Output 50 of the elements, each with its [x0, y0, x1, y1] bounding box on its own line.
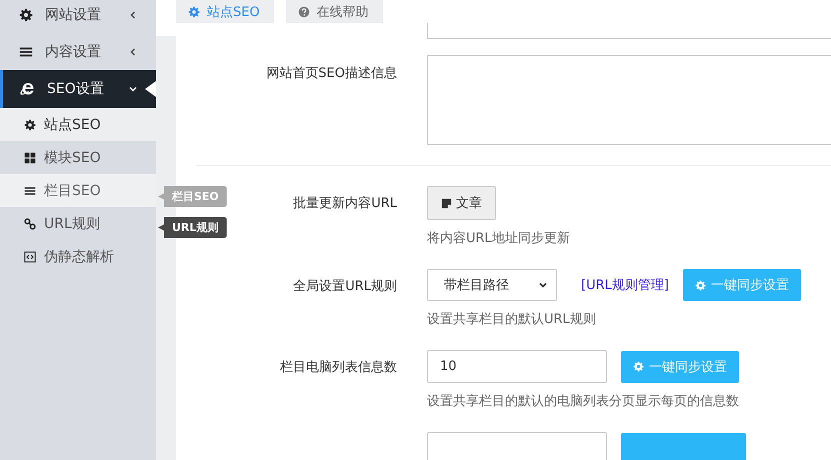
text-area[interactable]	[427, 23, 831, 39]
gear-icon	[694, 280, 706, 290]
gear-icon	[19, 8, 33, 22]
menu-icon	[24, 184, 36, 196]
sync-button[interactable]	[621, 432, 746, 460]
field-label: 批量更新内容URL	[293, 195, 397, 212]
tooltip: URL规则	[158, 217, 227, 238]
gear-icon	[188, 6, 200, 18]
gear-icon	[633, 361, 644, 372]
menu-label: 伪静态解析	[44, 248, 114, 266]
text-area[interactable]	[427, 55, 831, 145]
menu-label: 网站设置	[45, 6, 102, 24]
menu-label: 内容设置	[45, 42, 102, 60]
select-field[interactable]: 带栏目路径	[427, 269, 557, 301]
article-button[interactable]: 文章	[427, 186, 496, 220]
sidebar-item[interactable]: SEO设置	[0, 70, 156, 108]
code-icon	[24, 250, 36, 262]
field-label: 网站首页SEO描述信息	[266, 65, 397, 82]
tab[interactable]: 在线帮助	[286, 0, 383, 23]
submenu-item[interactable]: URL规则	[0, 207, 156, 240]
chevron-left-icon	[128, 46, 138, 56]
field-label: 全局设置URL规则	[293, 278, 397, 295]
chevron-down-icon	[128, 84, 138, 94]
sidebar-item[interactable]: 内容设置	[0, 33, 156, 70]
help-icon	[298, 6, 310, 18]
menu-icon	[19, 44, 33, 58]
grid-icon	[24, 152, 36, 164]
number-field[interactable]: 10	[427, 350, 607, 383]
menu-label: 站点SEO	[44, 116, 101, 134]
tooltip: 栏目SEO	[158, 186, 227, 207]
menu-label: 栏目SEO	[44, 182, 101, 200]
submenu-item[interactable]: 模块SEO	[0, 141, 156, 174]
menu-label: 模块SEO	[44, 148, 101, 166]
url-rules-link[interactable]: [URL规则管理]	[581, 276, 669, 294]
link-icon	[24, 218, 36, 230]
chevron-left-icon	[128, 10, 138, 20]
menu-label: SEO设置	[47, 80, 105, 98]
field-label: 栏目电脑列表信息数	[280, 359, 397, 376]
gear-icon	[24, 118, 36, 130]
submenu-item[interactable]: 伪静态解析	[0, 240, 156, 273]
input-field[interactable]	[427, 432, 607, 460]
submenu-item[interactable]: 站点SEO	[0, 108, 156, 141]
help-text: 将内容URL地址同步更新	[427, 230, 571, 247]
submenu-item[interactable]: 栏目SEO	[0, 174, 156, 207]
sidebar-item[interactable]: 网站设置	[0, 0, 156, 33]
help-text: 设置共享栏目的默认的电脑列表分页显示每页的信息数	[427, 393, 740, 410]
menu-label: URL规则	[44, 214, 100, 232]
help-text: 设置共享栏目的默认URL规则	[427, 311, 597, 328]
caret-icon	[538, 280, 548, 290]
note-icon	[441, 198, 452, 208]
